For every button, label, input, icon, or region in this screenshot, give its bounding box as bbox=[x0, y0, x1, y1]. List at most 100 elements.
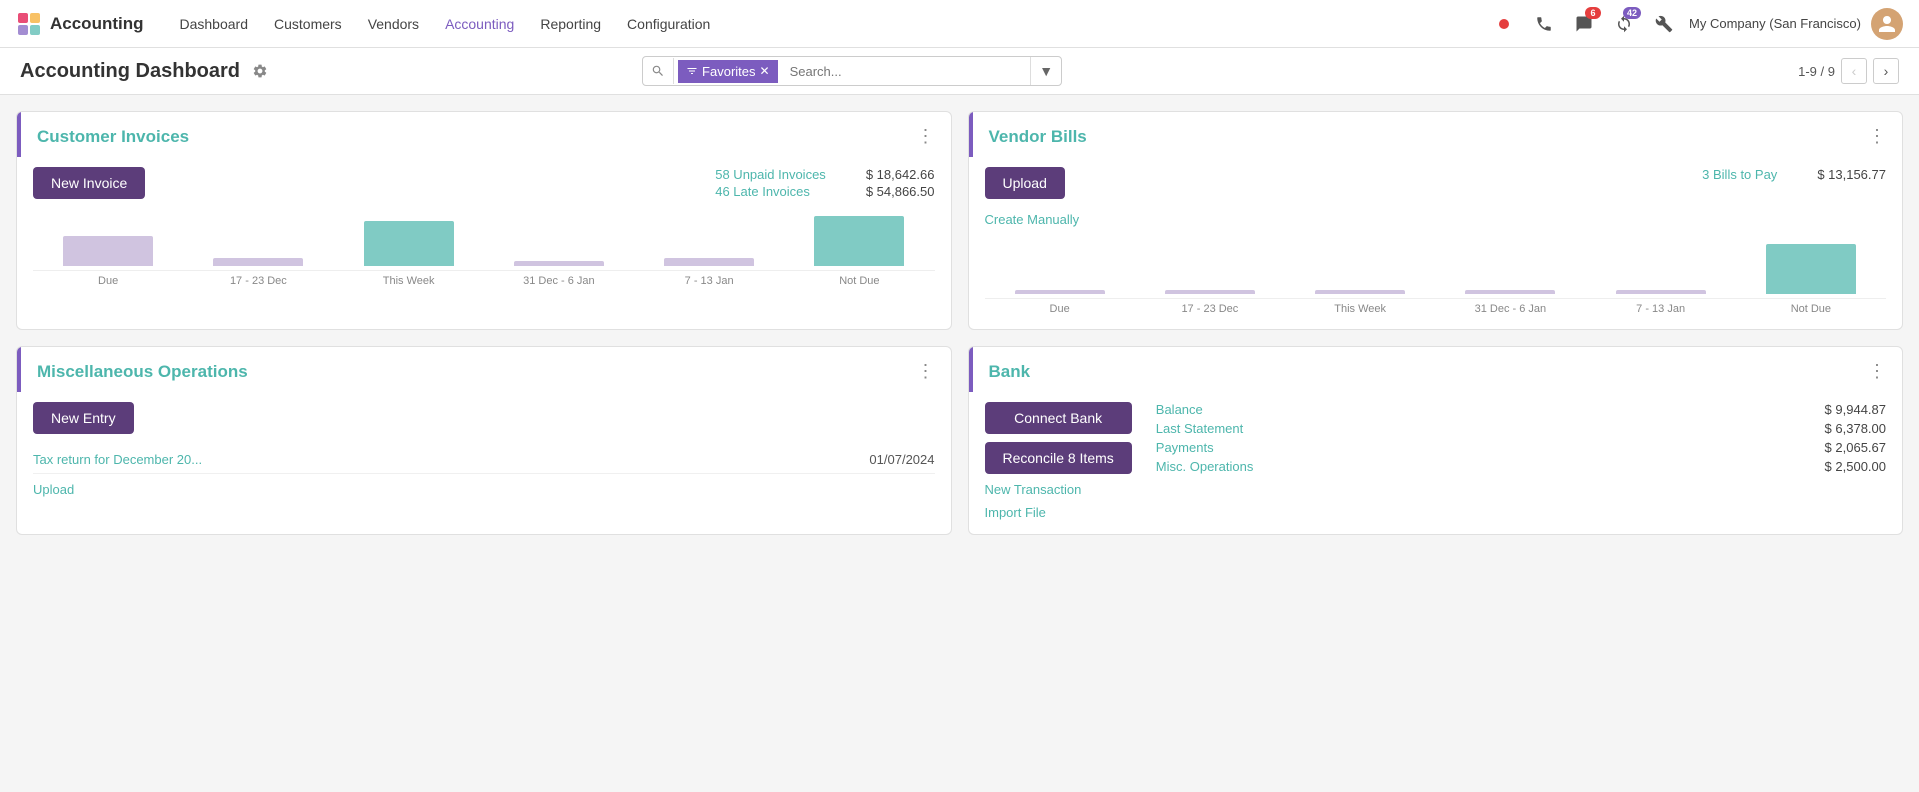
misc-operations-menu-button[interactable]: ⋮ bbox=[917, 361, 935, 382]
customer-invoices-chart bbox=[33, 211, 935, 271]
vb-bar-col-17dec bbox=[1135, 239, 1285, 294]
bar-col-notdue bbox=[784, 211, 934, 266]
record-icon bbox=[1499, 19, 1509, 29]
bills-to-pay-link[interactable]: 3 Bills to Pay bbox=[1702, 167, 1777, 182]
next-page-button[interactable]: › bbox=[1873, 58, 1899, 84]
unpaid-invoices-link[interactable]: 58 Unpaid Invoices bbox=[715, 167, 826, 182]
connect-bank-button[interactable]: Connect Bank bbox=[985, 402, 1132, 434]
nav-vendors[interactable]: Vendors bbox=[356, 10, 431, 38]
settings-icon-btn[interactable] bbox=[1649, 9, 1679, 39]
misc-operations-actions: New Entry bbox=[33, 402, 935, 434]
vendor-bills-title: Vendor Bills bbox=[989, 127, 1087, 147]
vb-bar-notdue bbox=[1766, 244, 1856, 294]
pagination: 1-9 / 9 ‹ › bbox=[1798, 58, 1899, 84]
bar-7jan bbox=[664, 258, 754, 266]
vb-bar-col-due bbox=[985, 239, 1135, 294]
prev-page-button[interactable]: ‹ bbox=[1841, 58, 1867, 84]
label-17dec: 17 - 23 Dec bbox=[183, 275, 333, 287]
vb-bar-col-31dec bbox=[1435, 239, 1585, 294]
last-statement-value: $ 6,378.00 bbox=[1825, 421, 1886, 436]
nav-configuration[interactable]: Configuration bbox=[615, 10, 722, 38]
chat-icon-btn[interactable]: 6 bbox=[1569, 9, 1599, 39]
payments-row: Payments $ 2,065.67 bbox=[1156, 440, 1886, 455]
vendor-bills-actions: Upload 3 Bills to Pay $ 13,156.77 bbox=[985, 167, 1887, 199]
new-entry-button[interactable]: New Entry bbox=[33, 402, 134, 434]
page-title: Accounting Dashboard bbox=[20, 60, 240, 83]
filter-label: Favorites bbox=[702, 64, 755, 79]
filter-tag: Favorites ✕ bbox=[678, 60, 778, 83]
new-transaction-link[interactable]: New Transaction bbox=[985, 482, 1132, 497]
customer-invoices-menu-button[interactable]: ⋮ bbox=[917, 126, 935, 147]
app-logo[interactable]: Accounting bbox=[16, 11, 156, 37]
nav-dashboard[interactable]: Dashboard bbox=[168, 10, 261, 38]
customer-invoices-card: Customer Invoices ⋮ New Invoice 58 Unpai… bbox=[16, 111, 952, 330]
vendor-bills-menu-button[interactable]: ⋮ bbox=[1868, 126, 1886, 147]
misc-entry-date: 01/07/2024 bbox=[869, 452, 934, 467]
vb-bar-col-notdue bbox=[1736, 239, 1886, 294]
create-manually-link[interactable]: Create Manually bbox=[985, 212, 1080, 227]
label-7jan: 7 - 13 Jan bbox=[634, 275, 784, 287]
filter-icon bbox=[686, 65, 698, 77]
vendor-bills-body: Upload 3 Bills to Pay $ 13,156.77 Create… bbox=[969, 157, 1903, 329]
record-button[interactable] bbox=[1489, 9, 1519, 39]
import-file-link[interactable]: Import File bbox=[985, 505, 1132, 520]
user-avatar[interactable] bbox=[1871, 8, 1903, 40]
misc-upload-link[interactable]: Upload bbox=[33, 482, 935, 497]
vb-label-thisweek: This Week bbox=[1285, 303, 1435, 315]
misc-entry-name[interactable]: Tax return for December 20... bbox=[33, 452, 857, 467]
misc-operations-title: Miscellaneous Operations bbox=[37, 362, 248, 382]
new-invoice-button[interactable]: New Invoice bbox=[33, 167, 145, 199]
search-dropdown-button[interactable]: ▼ bbox=[1030, 57, 1061, 85]
bar-thisweek bbox=[364, 221, 454, 266]
payments-value: $ 2,065.67 bbox=[1825, 440, 1886, 455]
bank-left: Connect Bank Reconcile 8 Items New Trans… bbox=[985, 402, 1132, 520]
nav-customers[interactable]: Customers bbox=[262, 10, 354, 38]
update-icon-btn[interactable]: 42 bbox=[1609, 9, 1639, 39]
gear-icon bbox=[252, 63, 268, 79]
misc-operations-header: Miscellaneous Operations ⋮ bbox=[17, 347, 951, 392]
misc-ops-label[interactable]: Misc. Operations bbox=[1156, 459, 1254, 474]
company-name: My Company (San Francisco) bbox=[1689, 16, 1861, 31]
customer-invoices-chart-labels: Due 17 - 23 Dec This Week 31 Dec - 6 Jan… bbox=[33, 275, 935, 287]
vb-bar-17dec bbox=[1165, 290, 1255, 294]
bank-body: Connect Bank Reconcile 8 Items New Trans… bbox=[969, 392, 1903, 534]
balance-row: Balance $ 9,944.87 bbox=[1156, 402, 1886, 417]
customer-invoices-stats: 58 Unpaid Invoices $ 18,642.66 46 Late I… bbox=[715, 167, 934, 199]
bank-header: Bank ⋮ bbox=[969, 347, 1903, 392]
late-invoices-link[interactable]: 46 Late Invoices bbox=[715, 184, 810, 199]
label-notdue: Not Due bbox=[784, 275, 934, 287]
nav-accounting[interactable]: Accounting bbox=[433, 10, 526, 38]
nav-menu: Dashboard Customers Vendors Accounting R… bbox=[168, 10, 1486, 38]
bank-title: Bank bbox=[989, 362, 1031, 382]
bar-col-due bbox=[33, 211, 183, 266]
bank-menu-button[interactable]: ⋮ bbox=[1868, 361, 1886, 382]
vendor-bills-chart bbox=[985, 239, 1887, 299]
last-statement-label[interactable]: Last Statement bbox=[1156, 421, 1243, 436]
vb-bar-col-thisweek bbox=[1285, 239, 1435, 294]
bar-col-31dec bbox=[484, 211, 634, 266]
main-content: Customer Invoices ⋮ New Invoice 58 Unpai… bbox=[0, 95, 1919, 551]
upload-button[interactable]: Upload bbox=[985, 167, 1065, 199]
update-badge: 42 bbox=[1623, 7, 1641, 19]
nav-reporting[interactable]: Reporting bbox=[528, 10, 613, 38]
bar-due bbox=[63, 236, 153, 266]
top-navigation: Accounting Dashboard Customers Vendors A… bbox=[0, 0, 1919, 48]
payments-label[interactable]: Payments bbox=[1156, 440, 1214, 455]
pagination-text: 1-9 / 9 bbox=[1798, 64, 1835, 79]
nav-right: 6 42 My Company (San Francisco) bbox=[1489, 8, 1903, 40]
app-name: Accounting bbox=[50, 14, 144, 34]
search-input[interactable] bbox=[782, 58, 1031, 85]
phone-icon-btn[interactable] bbox=[1529, 9, 1559, 39]
vendor-bills-card: Vendor Bills ⋮ Upload 3 Bills to Pay $ 1… bbox=[968, 111, 1904, 330]
bar-17dec bbox=[213, 258, 303, 266]
vb-bar-due bbox=[1015, 290, 1105, 294]
bank-stats: Balance $ 9,944.87 Last Statement $ 6,37… bbox=[1156, 402, 1886, 520]
misc-ops-value: $ 2,500.00 bbox=[1825, 459, 1886, 474]
filter-remove-button[interactable]: ✕ bbox=[760, 64, 770, 78]
balance-label[interactable]: Balance bbox=[1156, 402, 1203, 417]
reconcile-button[interactable]: Reconcile 8 Items bbox=[985, 442, 1132, 474]
bank-card: Bank ⋮ Connect Bank Reconcile 8 Items Ne… bbox=[968, 346, 1904, 535]
label-due: Due bbox=[33, 275, 183, 287]
vb-label-notdue: Not Due bbox=[1736, 303, 1886, 315]
settings-gear-button[interactable] bbox=[252, 63, 268, 79]
